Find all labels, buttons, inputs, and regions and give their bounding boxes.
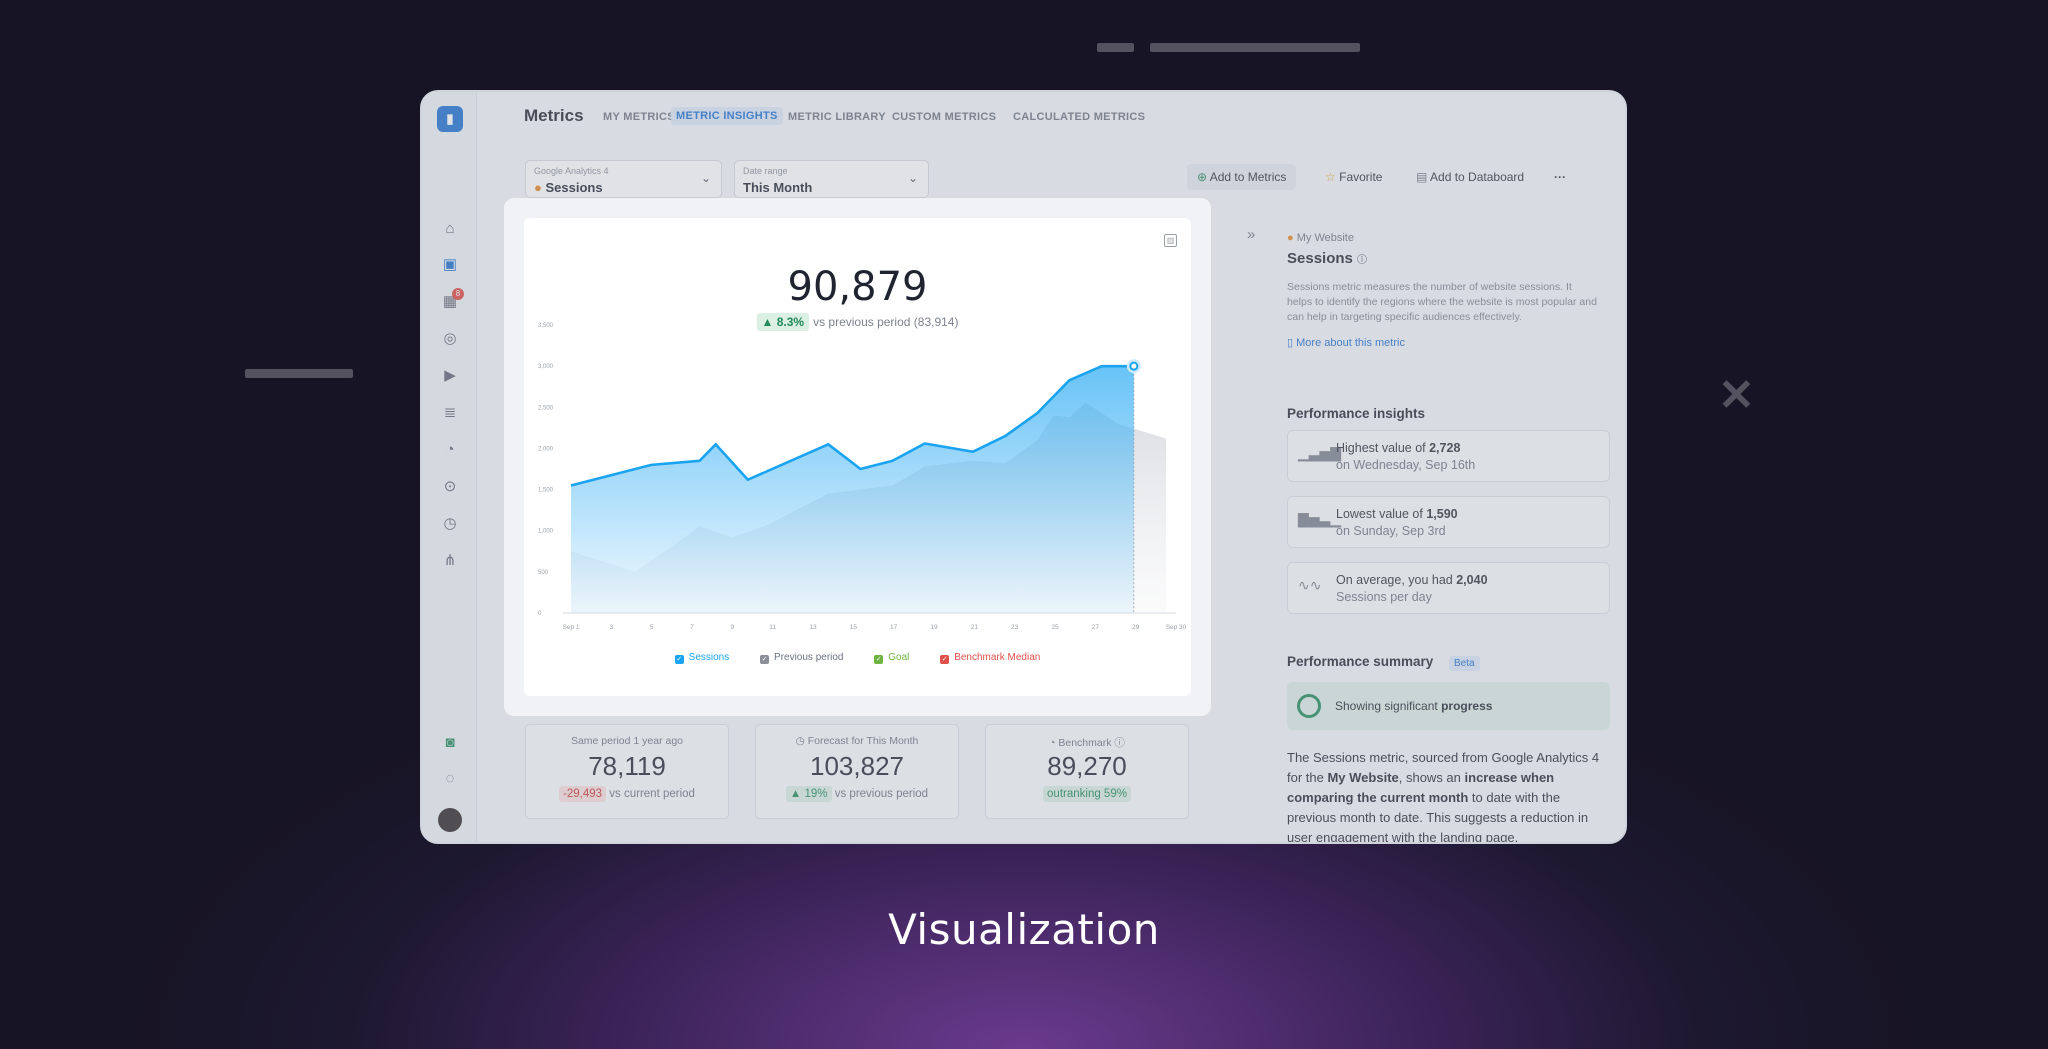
legend-label: Sessions <box>688 652 730 663</box>
chart-card: ▥ 90,879 ▲ 8.3% vs previous period (83,91… <box>524 218 1191 696</box>
x-tick-label: 9 <box>731 624 735 631</box>
x-tick-label: 23 <box>1011 624 1019 631</box>
y-tick-label: 1,000 <box>538 529 554 535</box>
x-tick-label: 17 <box>890 624 898 631</box>
x-tick-label: 21 <box>971 624 979 631</box>
legend-label: Goal <box>888 652 910 663</box>
y-tick-label: 3,000 <box>538 364 554 370</box>
x-tick-label: Sep 1 <box>563 624 580 631</box>
checkbox-icon: ✓ <box>760 655 770 664</box>
y-tick-label: 1,500 <box>538 488 554 494</box>
caption: Visualization <box>888 905 1160 954</box>
x-tick-label: 29 <box>1132 624 1140 631</box>
sessions-area-chart[interactable]: 0 500 1,000 1,500 2,000 2,500 3,000 3,500 Sep 1 3… <box>524 218 1191 696</box>
legend-label: Previous period <box>774 652 844 663</box>
x-tick-label: Sep 30 <box>1166 624 1187 631</box>
x-tick-label: 27 <box>1092 624 1100 631</box>
checkbox-icon: ✓ <box>674 655 684 664</box>
x-tick-label: 7 <box>690 624 694 631</box>
legend-benchmark-median[interactable]: ✓ Benchmark Median <box>940 652 1040 664</box>
y-tick-label: 3,500 <box>538 323 554 329</box>
x-tick-label: 25 <box>1051 624 1059 631</box>
y-tick-label: 500 <box>538 570 549 576</box>
legend-sessions[interactable]: ✓ Sessions <box>674 652 730 664</box>
x-tick-label: 13 <box>809 624 817 631</box>
checkbox-icon: ✓ <box>874 655 884 664</box>
current-point <box>1129 361 1139 371</box>
close-icon[interactable]: ✕ <box>1718 374 1755 418</box>
legend-goal[interactable]: ✓ Goal <box>874 652 909 664</box>
sessions-area <box>571 366 1134 613</box>
top-decoration-long <box>1150 43 1360 52</box>
left-decoration <box>245 369 353 378</box>
legend-label: Benchmark Median <box>954 652 1041 663</box>
checkbox-icon: ✓ <box>940 655 950 664</box>
y-tick-label: 2,500 <box>538 405 554 411</box>
x-tick-label: 15 <box>850 624 858 631</box>
y-tick-label: 0 <box>538 611 542 617</box>
y-tick-label: 2,000 <box>538 446 554 452</box>
x-tick-label: 19 <box>930 624 938 631</box>
visualization-modal: ▥ 90,879 ▲ 8.3% vs previous period (83,91… <box>504 198 1211 716</box>
chart-legend: ✓ Sessions ✓ Previous period ✓ Goal ✓ Benchm… <box>524 652 1191 664</box>
top-decoration-short <box>1097 43 1134 52</box>
x-tick-label: 11 <box>769 624 776 631</box>
legend-previous-period[interactable]: ✓ Previous period <box>760 652 844 664</box>
x-tick-label: 5 <box>650 624 654 631</box>
x-tick-label: 3 <box>610 624 614 631</box>
